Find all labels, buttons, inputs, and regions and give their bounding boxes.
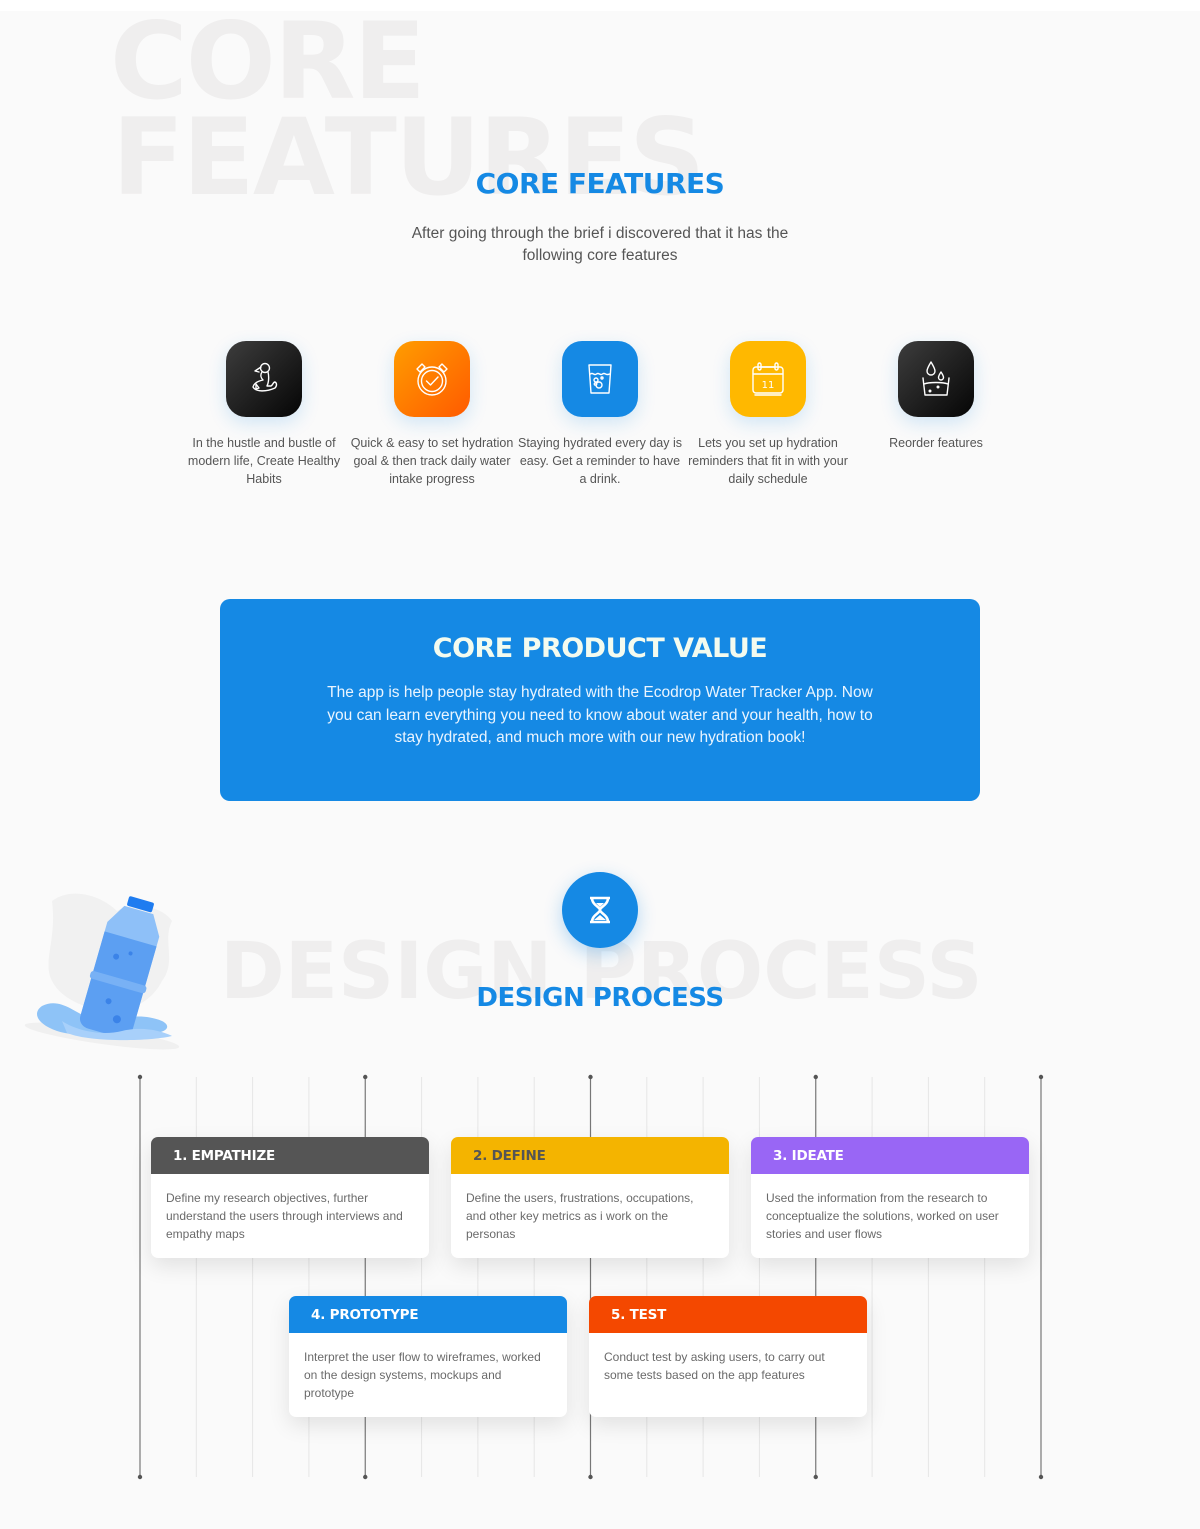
timeline-node-dot [813, 1474, 818, 1480]
timeline-node-dot [363, 1074, 368, 1080]
step-card-prototype: 4. PROTOTYPE Interpret the user flow to … [289, 1296, 567, 1417]
feature-item: Staying hydrated every day is easy. Get … [516, 341, 684, 488]
feature-description: Lets you set up hydration reminders that… [688, 436, 848, 486]
timeline-node-dot [1038, 1474, 1044, 1480]
feature-item: Quick & easy to set hydration goal & the… [348, 341, 516, 488]
hourglass-icon [562, 872, 638, 948]
core-features-title: CORE FEATURES [475, 167, 725, 200]
step-header: 4. PROTOTYPE [289, 1296, 567, 1333]
step-title: 1. EMPATHIZE [173, 1147, 276, 1164]
timeline-node-dot [588, 1074, 593, 1080]
step-description: Interpret the user flow to wireframes, w… [304, 1350, 541, 1400]
step-title: 2. DEFINE [473, 1147, 546, 1164]
step-header: 2. DEFINE [451, 1137, 729, 1174]
step-header: 1. EMPATHIZE [151, 1137, 429, 1174]
step-description: Define the users, frustrations, occupati… [466, 1191, 694, 1241]
core-product-value-text: The app is help people stay hydrated wit… [327, 684, 873, 746]
feature-description: Reorder features [889, 436, 983, 450]
step-header: 3. IDEATE [751, 1137, 1029, 1174]
step-description: Conduct test by asking users, to carry o… [604, 1350, 825, 1382]
feature-item: 11 Lets you set up hydration reminders t… [684, 341, 852, 488]
step-title: 4. PROTOTYPE [311, 1306, 419, 1323]
step-title: 5. TEST [611, 1306, 667, 1323]
step-card-test: 5. TEST Conduct test by asking users, to… [589, 1296, 867, 1417]
features-list: In the hustle and bustle of modern life,… [180, 341, 1020, 531]
step-description: Used the information from the research t… [766, 1191, 999, 1241]
step-card-define: 2. DEFINE Define the users, frustrations… [451, 1137, 729, 1258]
step-title: 3. IDEATE [773, 1147, 844, 1164]
timeline-node-dot [137, 1474, 143, 1480]
core-product-value-title: CORE PRODUCT VALUE [432, 633, 768, 664]
feature-description: Staying hydrated every day is easy. Get … [518, 436, 682, 486]
feature-item: In the hustle and bustle of modern life,… [180, 341, 348, 488]
timeline-node-dot [813, 1074, 818, 1080]
timeline-node-dot [588, 1474, 593, 1480]
core-product-value-card: CORE PRODUCT VALUE The app is help peopl… [220, 599, 980, 801]
design-process-title: DESIGN PROCESS [476, 983, 724, 1013]
calendar-day: 11 [762, 380, 775, 391]
timeline-node-dot [1038, 1074, 1044, 1080]
step-description: Define my research objectives, further u… [166, 1191, 403, 1241]
step-header: 5. TEST [589, 1296, 867, 1333]
water-glass-icon [562, 341, 638, 417]
water-drops-glass-icon [898, 341, 974, 417]
feature-description: In the hustle and bustle of modern life,… [187, 436, 341, 486]
page: CORE FEATURES CORE FEATURES After going … [0, 11, 1200, 1529]
timeline-node-dot [363, 1474, 368, 1480]
fitness-figure-icon [226, 341, 302, 417]
water-bottle-illustration [22, 881, 202, 1056]
feature-description: Quick & easy to set hydration goal & the… [350, 436, 514, 486]
calendar-icon: 11 [730, 341, 806, 417]
feature-item: Reorder features [852, 341, 1020, 452]
alarm-check-icon [394, 341, 470, 417]
core-features-subtitle: After going through the brief i discover… [411, 225, 789, 264]
step-card-ideate: 3. IDEATE Used the information from the … [751, 1137, 1029, 1258]
step-card-empathize: 1. EMPATHIZE Define my research objectiv… [151, 1137, 429, 1258]
timeline-node-dot [137, 1074, 143, 1080]
